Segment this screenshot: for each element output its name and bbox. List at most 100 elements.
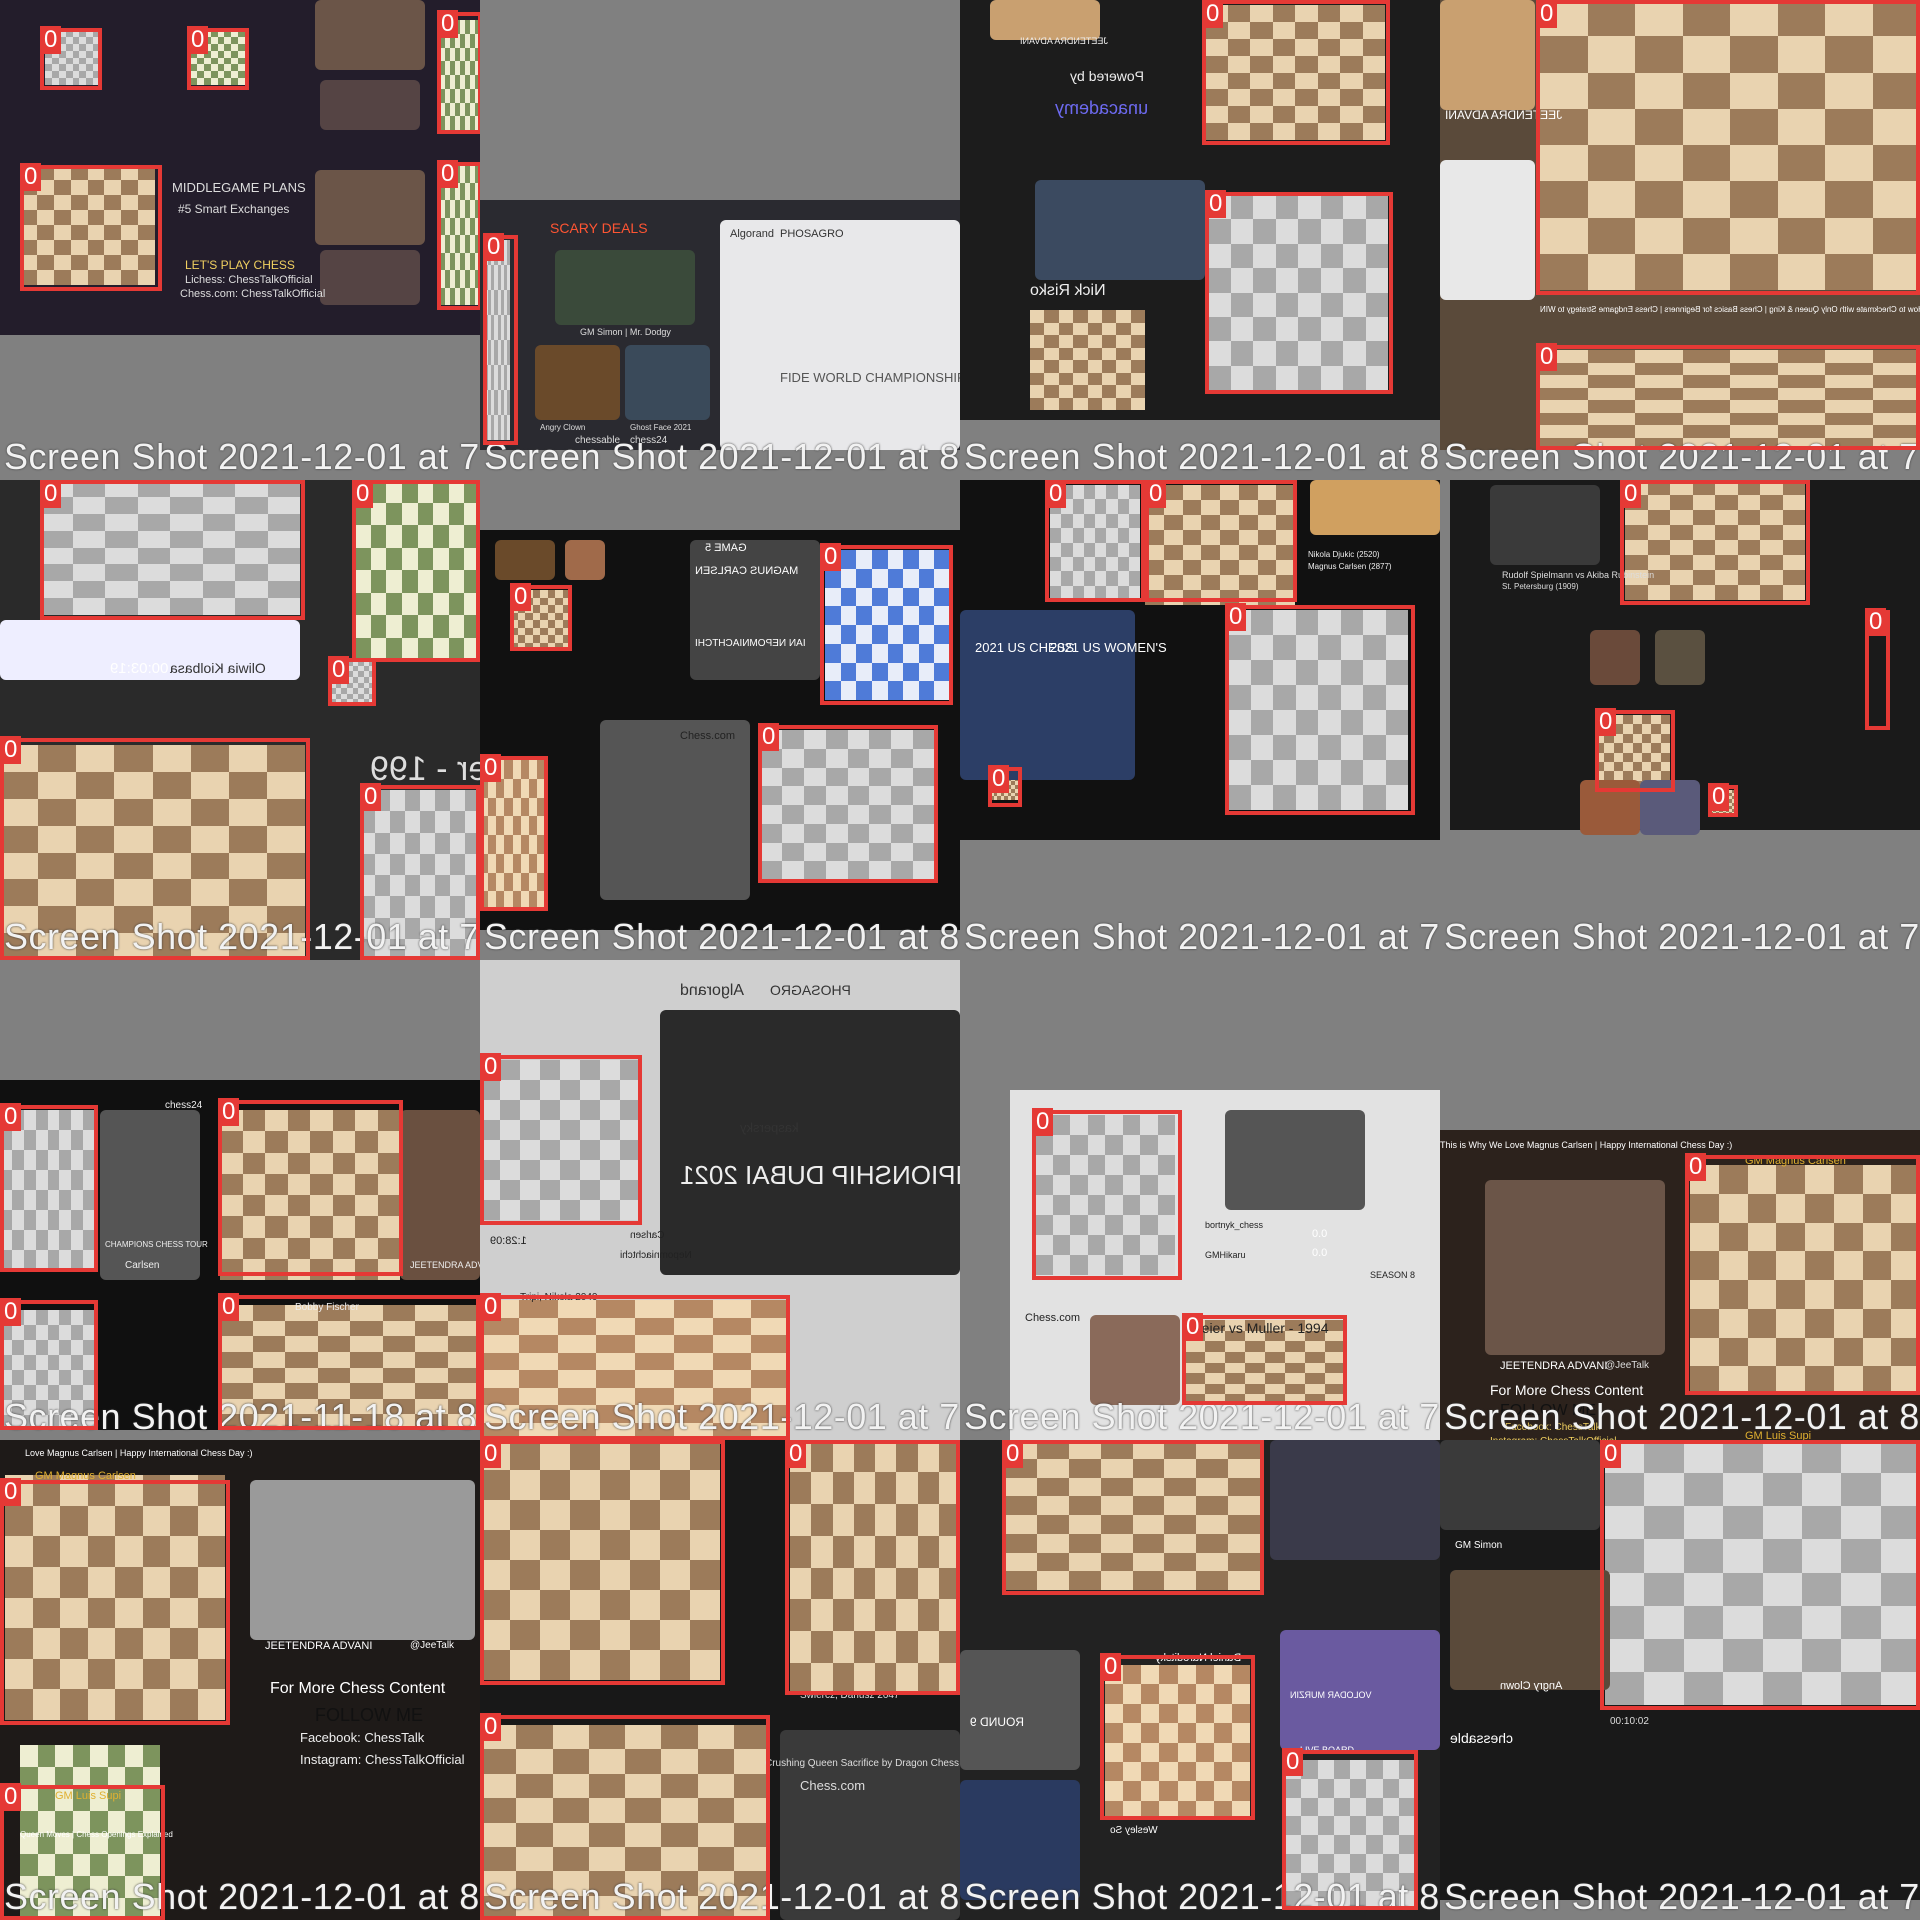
detection-box xyxy=(360,785,480,960)
overlay-text: chess24 xyxy=(165,1100,203,1111)
detection-box xyxy=(480,1715,770,1920)
webcam-panel xyxy=(660,1010,960,1275)
detection-box xyxy=(480,1295,790,1440)
detection-label: 0 xyxy=(480,1293,502,1321)
overlay-text: FIDE WORLD CHAMPIONSHIP DUBAI 2021 xyxy=(680,1160,960,1190)
detection-box xyxy=(1620,480,1810,605)
overlay-text: 00:03:19 xyxy=(110,660,169,677)
mosaic-tile: MIDDLEGAME PLANS #5 Smart Exchanges LET'S … xyxy=(0,0,480,480)
webcam-panel xyxy=(320,250,420,305)
detection-label: 0 xyxy=(0,1783,22,1811)
detection-label: 0 xyxy=(360,783,382,811)
overlay-text: kaspersky xyxy=(740,1120,799,1135)
webcam-panel xyxy=(1270,1440,1440,1560)
webcam-panel xyxy=(315,0,425,70)
webcam-panel xyxy=(690,540,820,680)
detection-label: 0 xyxy=(510,583,532,611)
overlay-text: er - 199 xyxy=(370,750,480,788)
webcam-panel xyxy=(1440,0,1535,110)
webcam-panel xyxy=(100,1110,200,1280)
detection-label: 0 xyxy=(480,1440,502,1468)
overlay-text: FIDE WORLD CHAMPIONSHIP DUBAI xyxy=(780,370,960,385)
detection-box xyxy=(758,725,938,883)
overlay-text: PHOSAGRO xyxy=(780,228,844,240)
overlay-text: GAME 5 xyxy=(705,542,747,554)
detection-label: 0 xyxy=(785,1440,807,1468)
overlay-text: GM Simon | Mr. Dodgy xyxy=(580,327,671,337)
detection-label: 0 xyxy=(1225,603,1247,631)
overlay-text: GM Simon xyxy=(1455,1540,1503,1551)
overlay-text: Nepomniachtchi xyxy=(620,1250,692,1261)
detection-label: 0 xyxy=(1595,708,1617,736)
webcam-panel xyxy=(1590,630,1640,685)
webcam-panel xyxy=(535,345,620,420)
overlay-text: GMHikaru xyxy=(1205,1250,1246,1260)
overlay-text: Crushing Queen Sacrifice by Dragon Chess… xyxy=(765,1758,960,1769)
overlay-text: Powered by xyxy=(1070,68,1144,84)
detection-label: 0 xyxy=(483,233,505,261)
detection-label: 0 xyxy=(480,1053,502,1081)
detection-box xyxy=(0,738,310,960)
mosaic-tile: Swiercz, Dariusz 2647 Crushing Queen Sacr… xyxy=(480,1440,960,1920)
detection-box xyxy=(1225,605,1415,815)
overlay-text: CHAMPIONS CHESS TOUR xyxy=(105,1240,208,1249)
webcam-panel xyxy=(400,1110,480,1280)
webcam-panel xyxy=(1450,1570,1610,1690)
overlay-text: MAGNUS CARLSEN xyxy=(695,565,799,577)
detection-box xyxy=(40,480,305,620)
detection-label: 0 xyxy=(1032,1108,1054,1136)
overlay-text: Carlsen xyxy=(630,1230,665,1241)
webcam-panel xyxy=(1490,485,1600,565)
overlay-text: Nick Risko xyxy=(1030,282,1106,299)
webcam-panel xyxy=(1035,180,1205,280)
overlay-text: JEETENDRA ADVANI xyxy=(265,1640,373,1652)
detection-label: 0 xyxy=(480,1713,502,1741)
mosaic-tile: Powered by unacademy Nick Risko JEETENDRA A… xyxy=(960,0,1440,480)
overlay-text: Wesley So xyxy=(1110,1825,1158,1836)
detection-label: 0 xyxy=(1182,1313,1204,1341)
webcam-panel xyxy=(1440,1440,1600,1530)
overlay-text: JEETENDRA ADVANI xyxy=(1020,36,1108,46)
detection-label: 0 xyxy=(20,163,42,191)
webcam-panel xyxy=(990,0,1100,40)
overlay-text: Chess.com xyxy=(680,730,736,742)
image-mosaic: MIDDLEGAME PLANS #5 Smart Exchanges LET'S … xyxy=(0,0,1920,1920)
detection-label: 0 xyxy=(1145,480,1167,508)
overlay-text: 1:28:09 xyxy=(490,1235,527,1247)
webcam-panel xyxy=(1485,1180,1665,1355)
webcam-panel xyxy=(495,540,555,580)
detection-label: 0 xyxy=(40,480,62,508)
detection-box xyxy=(1002,1440,1264,1595)
overlay-text: Carlsen xyxy=(125,1260,160,1271)
tile-caption: Screen Shot 2021-12-01 at 8.11.49 PM.jpg xyxy=(484,436,960,477)
chessboard xyxy=(1030,310,1145,410)
overlay-text: ROUND 9 xyxy=(970,1715,1025,1729)
webcam-panel xyxy=(250,1480,475,1640)
mosaic-tile: This is Why We Love Magnus Carlsen | Hap… xyxy=(1440,960,1920,1440)
overlay-text: Angry Clown xyxy=(1500,1680,1563,1692)
detection-box xyxy=(1685,1155,1920,1395)
overlay-text: JEETENDRA ADVANI xyxy=(410,1260,480,1270)
detection-box xyxy=(218,1100,403,1276)
detection-box xyxy=(0,1480,230,1725)
detection-label: 0 xyxy=(1865,608,1887,636)
detection-label: 0 xyxy=(1620,480,1642,508)
webcam-panel xyxy=(1090,1315,1180,1405)
detection-box xyxy=(1182,1315,1347,1405)
overlay-text: Instagram: ChessTalkOfficial xyxy=(300,1752,465,1767)
webcam-panel xyxy=(960,610,1135,780)
overlay-text: St. Petersburg (1909) xyxy=(1502,582,1579,591)
detection-label: 0 xyxy=(218,1098,240,1126)
webcam-panel xyxy=(320,80,420,130)
detection-label: 0 xyxy=(820,543,842,571)
detection-label: 0 xyxy=(0,736,22,764)
detection-label: 0 xyxy=(1045,480,1067,508)
mosaic-tile: PHOSAGRO Algorand kaspersky FIDE WORLD CHAM… xyxy=(480,960,960,1440)
mosaic-tile: GM Simon Angry Clown chessable 00:10:02 0 Scr… xyxy=(1440,1440,1920,1920)
overlay-text: @JeeTalk xyxy=(1605,1360,1650,1371)
mosaic-tile: Carlsen CHAMPIONS CHESS TOUR Bobby Fischer… xyxy=(0,960,480,1440)
overlay-text: bortnyk_chess xyxy=(1205,1220,1264,1230)
webcam-panel xyxy=(960,1650,1080,1770)
webcam-panel xyxy=(1655,630,1705,685)
overlay-text: How to Checkmate with Only Queen & King … xyxy=(1540,305,1920,314)
